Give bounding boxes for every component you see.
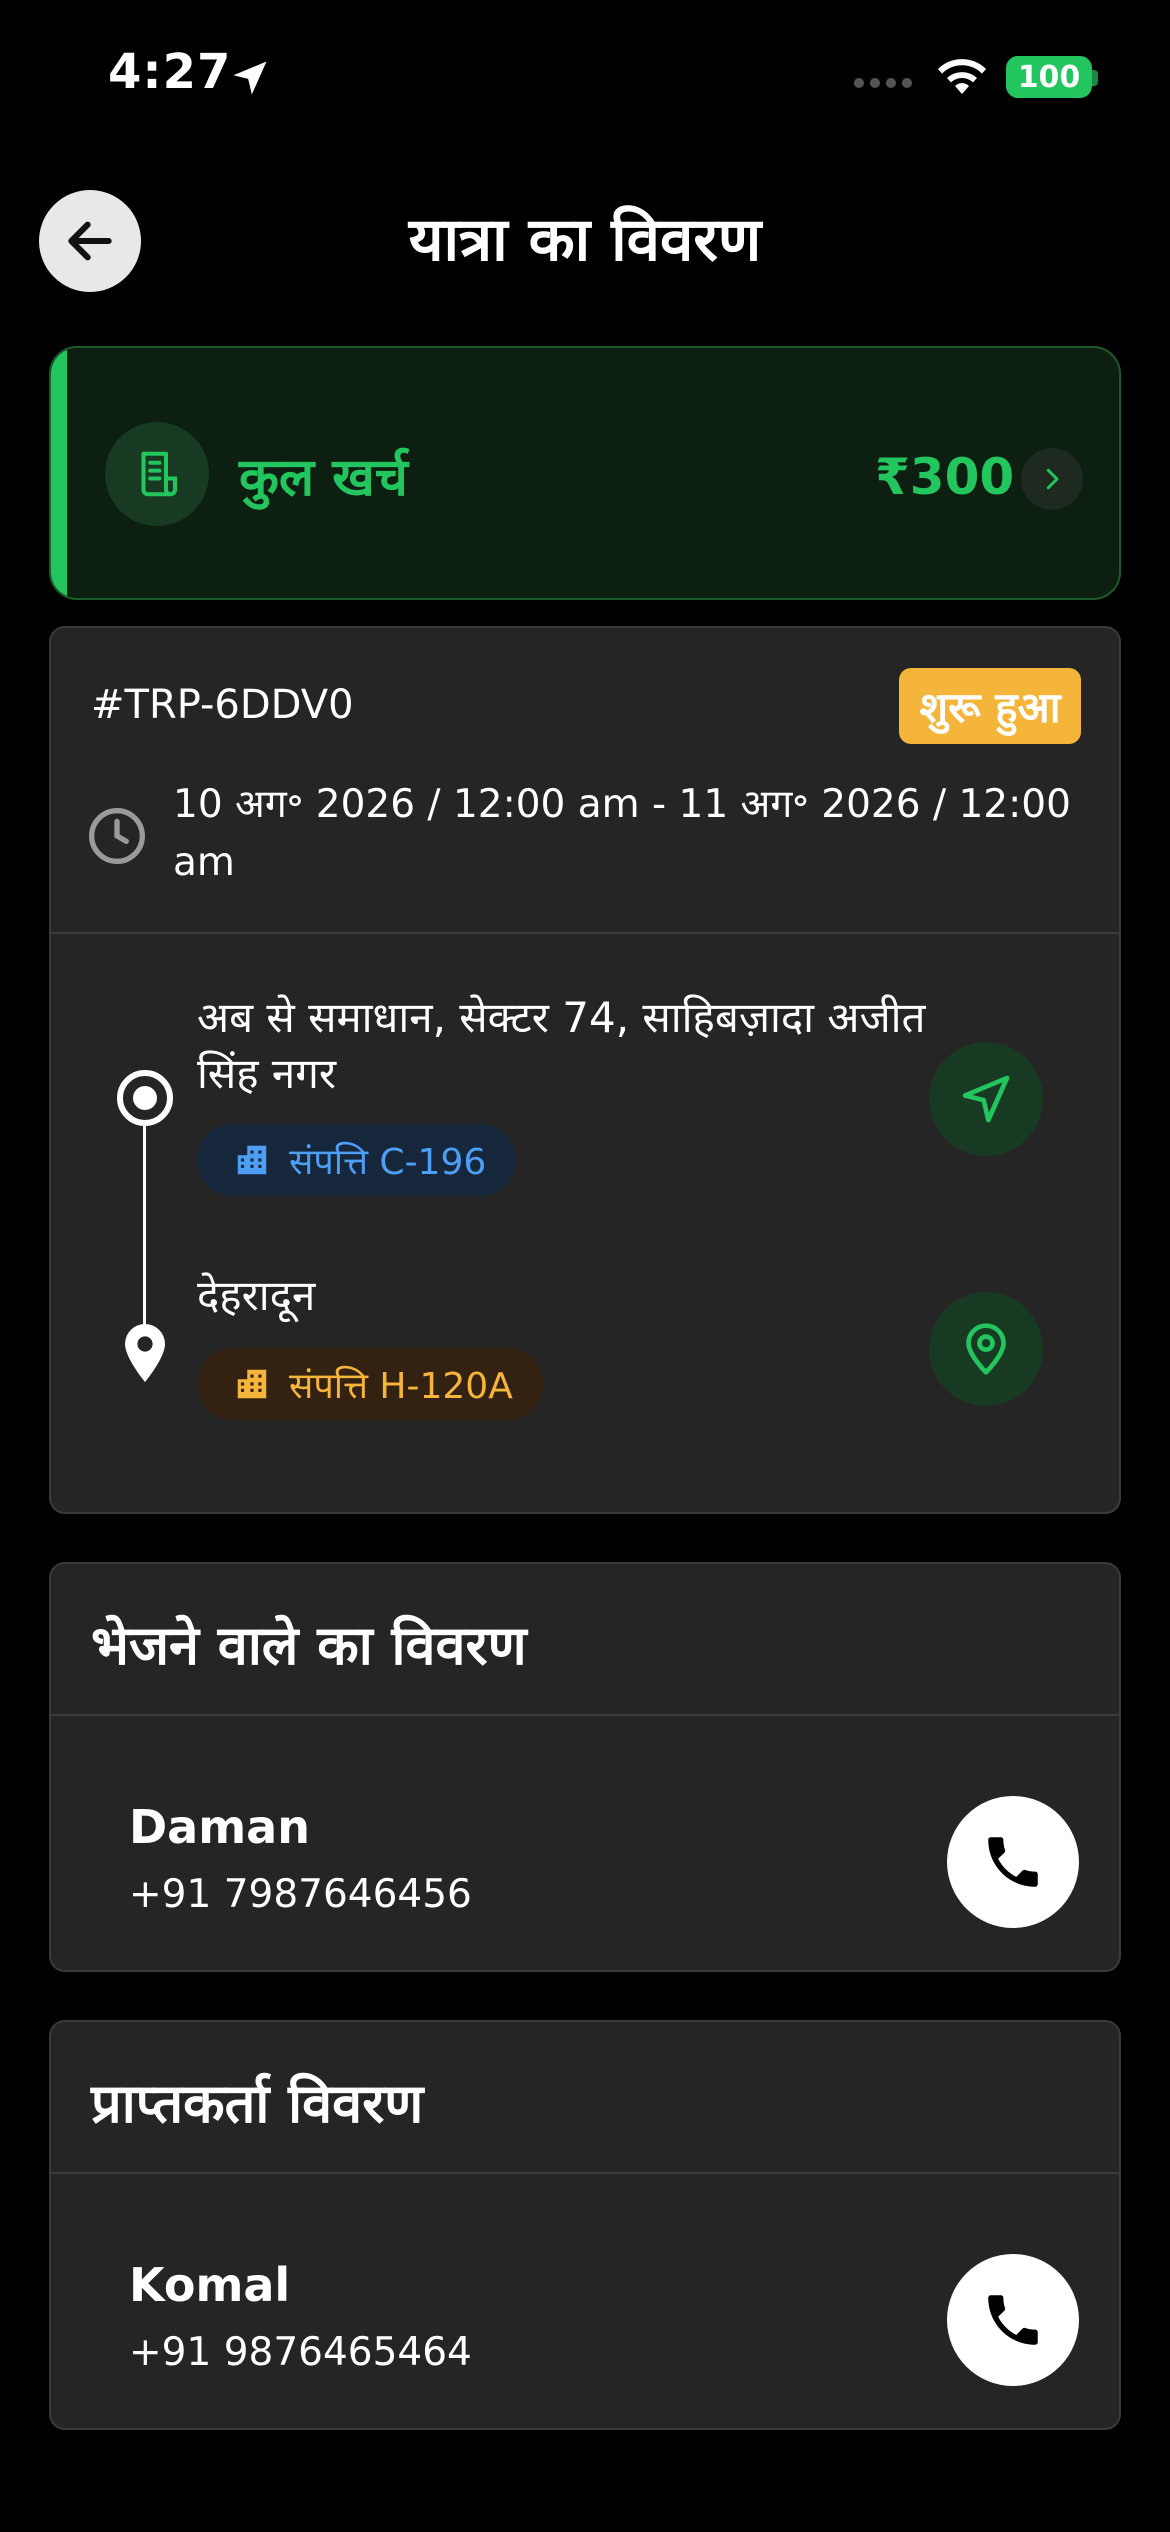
- destination-property-label: संपत्ति H-120A: [289, 1365, 513, 1407]
- expense-chevron[interactable]: [1021, 448, 1083, 510]
- chevron-right-icon: [1046, 468, 1059, 490]
- battery-tip: [1092, 70, 1098, 86]
- origin-property-chip[interactable]: संपत्ति C-196: [197, 1124, 517, 1196]
- expense-accent-bar: [51, 348, 67, 598]
- sender-title: भेजने वाले का विवरण: [91, 1614, 527, 1677]
- phone-icon: [988, 2295, 1038, 2345]
- expense-amount: ₹300: [875, 448, 1015, 506]
- status-badge: शुरू हुआ: [899, 668, 1081, 744]
- call-receiver-button[interactable]: [947, 2254, 1079, 2386]
- phone-icon: [988, 1837, 1038, 1887]
- building-icon: [237, 1145, 267, 1175]
- page-title: यात्रा का विवरण: [408, 205, 762, 275]
- origin-property-label: संपत्ति C-196: [289, 1141, 487, 1183]
- call-sender-button[interactable]: [947, 1796, 1079, 1928]
- route-line: [143, 1098, 146, 1328]
- destination-property-chip[interactable]: संपत्ति H-120A: [197, 1348, 543, 1420]
- sender-card: भेजने वाले का विवरण Daman +91 7987646456: [49, 1562, 1121, 1972]
- view-location-button[interactable]: [929, 1292, 1043, 1406]
- destination-address: देहरादून: [197, 1271, 316, 1320]
- signal-dots-icon: [854, 78, 912, 88]
- wifi-icon: [938, 59, 986, 94]
- building-icon: [237, 1369, 267, 1399]
- trip-card: #TRP-6DDV0 शुरू हुआ 10 अग॰ 2026 / 12:00 …: [49, 626, 1121, 1514]
- receipt-icon: [141, 451, 178, 497]
- origin-marker-icon: [117, 1070, 173, 1126]
- clock-icon: [89, 808, 145, 864]
- origin-address: अब से समाधान, सेक्टर 74, साहिबज़ादा अजीत…: [197, 993, 926, 1098]
- receiver-card: प्राप्तकर्ता विवरण Komal +91 9876465464: [49, 2020, 1121, 2430]
- total-expense-card[interactable]: कुल खर्च ₹300: [49, 346, 1121, 600]
- receiver-phone: +91 9876465464: [129, 2330, 472, 2375]
- destination-pin-icon: [125, 1324, 165, 1382]
- sender-phone: +91 7987646456: [129, 1872, 472, 1917]
- sender-divider: [51, 1714, 1119, 1716]
- trip-divider: [51, 932, 1119, 934]
- sender-name: Daman: [129, 1800, 310, 1854]
- navigation-arrow-icon: [962, 1075, 1010, 1123]
- trip-dates: 10 अग॰ 2026 / 12:00 am - 11 अग॰ 2026 / 1…: [173, 782, 1071, 885]
- battery-icon: 100: [1006, 56, 1092, 98]
- receiver-name: Komal: [129, 2258, 291, 2312]
- expense-icon-wrap: [105, 422, 209, 526]
- receiver-divider: [51, 2172, 1119, 2174]
- trip-id: #TRP-6DDV0: [91, 682, 354, 728]
- location-arrow-icon: [233, 61, 267, 95]
- navigate-button[interactable]: [929, 1042, 1043, 1156]
- status-time: 4:27: [108, 44, 232, 100]
- expense-label: कुल खर्च: [239, 448, 408, 508]
- map-pin-icon: [966, 1323, 1006, 1375]
- receiver-title: प्राप्तकर्ता विवरण: [91, 2072, 424, 2135]
